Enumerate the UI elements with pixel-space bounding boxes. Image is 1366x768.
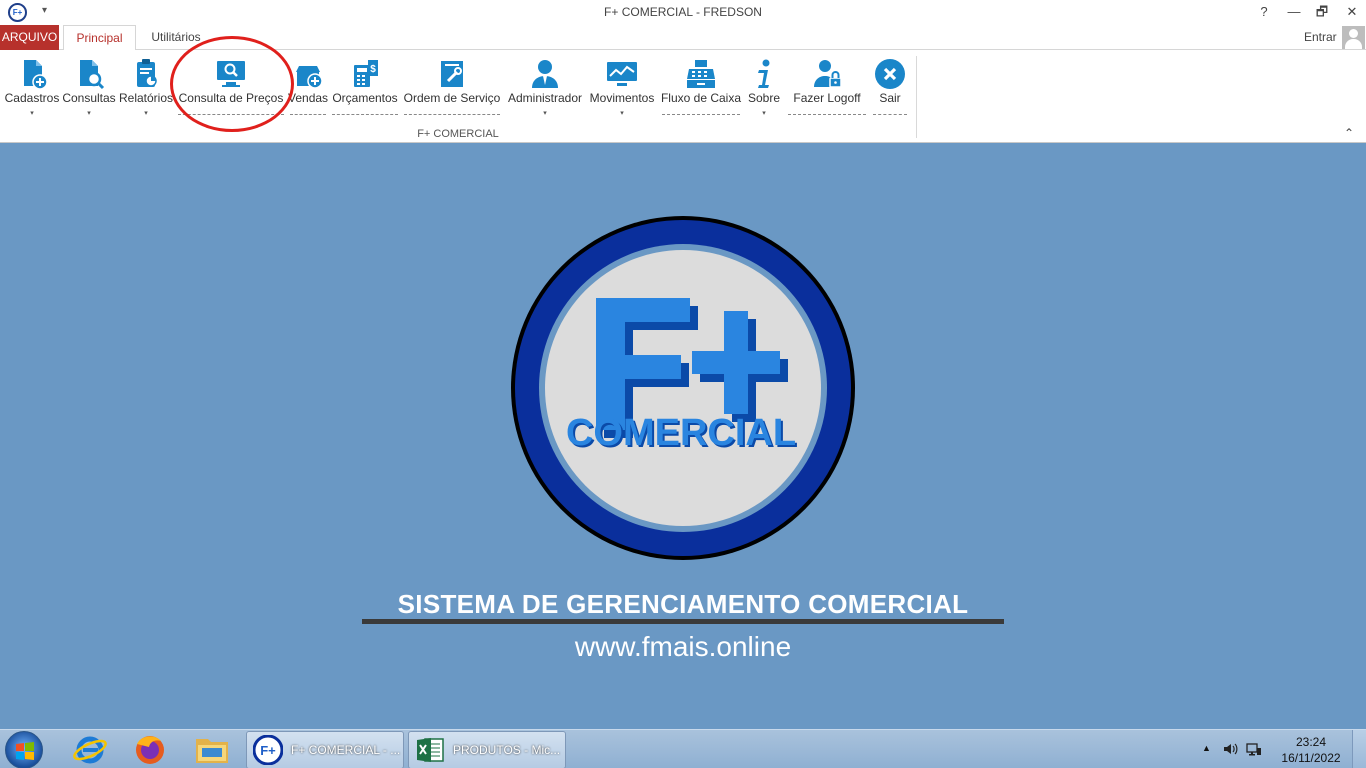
close-button[interactable]: ✕ (1338, 2, 1366, 22)
sair-label: Sair (879, 91, 901, 105)
relatorios-button[interactable]: Relatórios ▾ (118, 54, 174, 118)
vendas-label: Vendas (288, 91, 329, 105)
system-tagline: SISTEMA DE GERENCIAMENTO COMERCIAL (397, 589, 969, 619)
help-button[interactable]: ? (1250, 2, 1278, 22)
internet-explorer-icon[interactable] (64, 732, 116, 768)
cadastros-button[interactable]: Cadastros ▾ (4, 54, 60, 118)
clipboard-report-icon (137, 59, 157, 87)
restore-button[interactable]: 🗗 (1308, 2, 1336, 22)
taskbar-item-fplus-comercial[interactable]: F+ F+ COMERCIAL - ... (246, 731, 404, 768)
collapse-ribbon-icon[interactable]: ⌃ (1344, 126, 1354, 140)
admin-user-icon (532, 60, 558, 88)
file-explorer-icon[interactable] (186, 732, 238, 768)
fazer-logoff-button[interactable]: Fazer Logoff (786, 54, 868, 118)
show-desktop-button[interactable] (1352, 730, 1366, 768)
shortcut-underline (788, 114, 866, 115)
chevron-down-icon: ▾ (30, 110, 34, 117)
avatar[interactable] (1342, 26, 1365, 49)
vendas-button[interactable]: Vendas (288, 54, 328, 118)
fluxo-de-caixa-label: Fluxo de Caixa (660, 91, 742, 105)
sales-icon (296, 66, 323, 89)
fplus-app-icon-text: F+ (260, 743, 276, 758)
excel-icon (417, 738, 444, 762)
title-bar: F+ ▾ F+ COMERCIAL - FREDSON ? — 🗗 ✕ (0, 0, 1366, 25)
document-search-icon (80, 60, 105, 90)
calculator-icon: $ (354, 60, 378, 87)
volume-icon[interactable] (1222, 741, 1238, 757)
tab-arquivo[interactable]: ARQUIVO (0, 25, 59, 50)
tab-principal[interactable]: Principal (63, 25, 136, 51)
chevron-down-icon: ▾ (87, 110, 91, 117)
movimentos-label: Movimentos (589, 91, 655, 105)
cash-register-icon (687, 60, 715, 88)
fplus-app-icon: F+ (253, 735, 283, 765)
window-title: F+ COMERCIAL - FREDSON (604, 5, 762, 19)
shortcut-underline (404, 114, 500, 115)
sobre-label: Sobre (747, 91, 781, 105)
ordem-de-servico-button[interactable]: Ordem de Serviço (402, 54, 502, 118)
consultas-button[interactable]: Consultas ▾ (61, 54, 117, 118)
tagline-underline (362, 619, 1004, 624)
svg-text:$: $ (370, 64, 376, 75)
chevron-down-icon: ▾ (620, 110, 624, 117)
clock-time[interactable]: 23:24 (1280, 735, 1342, 749)
sobre-button[interactable]: Sobre ▾ (744, 54, 784, 118)
movimentos-button[interactable]: Movimentos ▾ (586, 54, 658, 118)
cadastros-label: Cadastros (4, 91, 60, 105)
show-hidden-icons-button[interactable]: ▲ (1202, 743, 1211, 753)
consultas-label: Consultas (62, 91, 116, 105)
ordem-de-servico-label: Ordem de Serviço (403, 91, 501, 105)
network-icon[interactable] (1246, 741, 1262, 757)
fplus-comercial-logo: COMERCIAL COMERCIAL (511, 216, 855, 560)
windows-logo-icon (16, 742, 34, 760)
chevron-down-icon: ▾ (543, 110, 547, 117)
sign-in-link[interactable]: Entrar (1304, 30, 1337, 44)
taskbar: F+ F+ COMERCIAL - ... PRODUTOS - Mic... … (0, 729, 1366, 768)
document-add-icon (24, 60, 48, 90)
avatar-body (1345, 39, 1362, 49)
shortcut-underline (873, 114, 907, 115)
relatorios-label: Relatórios (118, 91, 174, 105)
clock-date[interactable]: 16/11/2022 (1280, 751, 1342, 765)
administrador-button[interactable]: Administrador ▾ (505, 54, 585, 118)
orcamentos-label: Orçamentos (332, 91, 398, 105)
annotation-highlight-circle (170, 36, 294, 132)
sair-button[interactable]: Sair (871, 54, 909, 118)
shortcut-underline (290, 114, 326, 115)
ribbon-group-separator (916, 56, 917, 138)
orcamentos-button[interactable]: $ Orçamentos (330, 54, 400, 118)
close-circle-icon (875, 59, 905, 89)
chart-monitor-icon (607, 62, 637, 86)
main-workspace: COMERCIAL COMERCIAL SISTEMA DE GERENCIAM… (0, 143, 1366, 729)
shortcut-underline (332, 114, 398, 115)
avatar-head (1349, 29, 1358, 38)
fazer-logoff-label: Fazer Logoff (793, 91, 861, 105)
firefox-icon[interactable] (124, 732, 176, 768)
logo-word: COMERCIAL (566, 412, 796, 454)
user-lock-icon (814, 60, 842, 88)
administrador-label: Administrador (507, 91, 583, 105)
minimize-button[interactable]: — (1280, 2, 1308, 22)
start-button[interactable] (5, 731, 43, 768)
website-url: www.fmais.online (574, 631, 792, 662)
taskbar-item-label: PRODUTOS - Mic... (453, 743, 561, 757)
chevron-down-icon: ▾ (762, 110, 766, 117)
fluxo-de-caixa-button[interactable]: Fluxo de Caixa (660, 54, 742, 118)
service-order-icon (441, 61, 463, 87)
ribbon-group-label: F+ COMERCIAL (417, 128, 499, 140)
taskbar-item-produtos-excel[interactable]: PRODUTOS - Mic... (408, 731, 566, 768)
taskbar-item-label: F+ COMERCIAL - ... (291, 743, 401, 757)
chevron-down-icon: ▾ (144, 110, 148, 117)
shortcut-underline (662, 114, 740, 115)
info-icon (758, 59, 770, 88)
